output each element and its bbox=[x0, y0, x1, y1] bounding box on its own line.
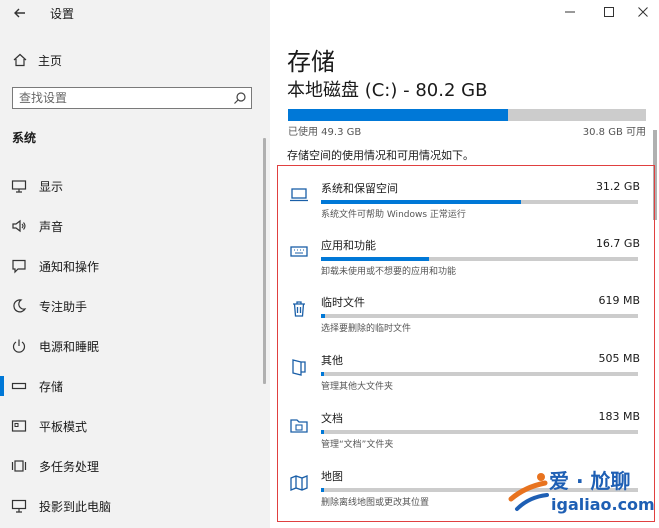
project-icon bbox=[11, 499, 27, 513]
sidebar-item-label: 专注助手 bbox=[39, 300, 88, 314]
laptop-icon bbox=[290, 188, 308, 202]
category-usage-bar bbox=[321, 430, 638, 434]
used-space-label: 已使用 49.3 GB bbox=[288, 127, 362, 138]
free-space-label: 30.8 GB 可用 bbox=[582, 127, 646, 138]
category-other[interactable]: 其他 505 MB 管理其他大文件夹 bbox=[284, 352, 640, 402]
watermark: 爱 · 尬聊 igaliao.com bbox=[505, 465, 655, 525]
sidebar: 设置 主页 系统 显示 声音 通知和操作 专注助手 电源和睡眠 存储 平板模式 … bbox=[0, 0, 270, 528]
category-usage-bar bbox=[321, 257, 638, 261]
section-label: 系统 bbox=[12, 131, 37, 145]
storage-description: 存储空间的使用情况和可用情况如下。 bbox=[287, 149, 474, 162]
watermark-logo-icon bbox=[508, 473, 549, 511]
maximize-icon bbox=[604, 7, 614, 17]
window-title: 设置 bbox=[50, 7, 75, 21]
sidebar-item-label: 存储 bbox=[39, 380, 64, 394]
category-description: 系统文件可帮助 Windows 正常运行 bbox=[321, 210, 466, 220]
category-documents[interactable]: 文档 183 MB 管理“文档”文件夹 bbox=[284, 410, 640, 460]
category-name: 文档 bbox=[321, 412, 343, 425]
other-icon bbox=[292, 359, 306, 376]
watermark-text: 爱 · 尬聊 bbox=[549, 469, 631, 493]
category-name: 其他 bbox=[321, 354, 343, 367]
category-size: 16.7 GB bbox=[595, 237, 640, 250]
sidebar-item-sound[interactable]: 声音 bbox=[0, 206, 262, 246]
close-button[interactable] bbox=[628, 2, 658, 22]
search-input[interactable] bbox=[19, 90, 219, 106]
maximize-button[interactable] bbox=[594, 2, 624, 22]
multitask-icon bbox=[11, 460, 27, 472]
category-name: 系统和保留空间 bbox=[321, 182, 398, 195]
category-size: 505 MB bbox=[598, 352, 640, 365]
back-arrow-icon[interactable] bbox=[10, 3, 30, 23]
disk-usage-bar bbox=[288, 109, 646, 121]
moon-icon bbox=[13, 299, 27, 313]
sidebar-item-home[interactable]: 主页 bbox=[12, 50, 62, 70]
notification-icon bbox=[12, 259, 26, 274]
category-size: 183 MB bbox=[598, 410, 640, 423]
category-usage-fill bbox=[321, 200, 521, 204]
monitor-icon bbox=[11, 180, 27, 193]
sidebar-item-label: 多任务处理 bbox=[39, 460, 100, 474]
category-usage-bar bbox=[321, 200, 638, 204]
category-usage-bar bbox=[321, 314, 638, 318]
category-name: 临时文件 bbox=[321, 296, 365, 309]
category-name: 应用和功能 bbox=[321, 239, 376, 252]
sidebar-item-display[interactable]: 显示 bbox=[0, 166, 262, 206]
category-usage-fill bbox=[321, 314, 326, 318]
watermark-url: igaliao.com bbox=[551, 495, 655, 514]
sidebar-item-notifications[interactable]: 通知和操作 bbox=[0, 246, 262, 286]
disk-usage-fill bbox=[288, 109, 509, 121]
documents-icon bbox=[290, 419, 308, 433]
map-icon bbox=[290, 475, 308, 491]
category-usage-fill bbox=[321, 257, 429, 261]
sidebar-item-label: 平板模式 bbox=[39, 420, 88, 434]
sidebar-item-label: 主页 bbox=[38, 53, 63, 68]
category-description: 卸载未使用或不想要的应用和功能 bbox=[321, 267, 457, 277]
close-icon bbox=[638, 7, 648, 17]
category-usage-fill bbox=[321, 430, 325, 434]
trash-icon bbox=[293, 301, 305, 317]
sidebar-item-tablet-mode[interactable]: 平板模式 bbox=[0, 406, 262, 446]
category-apps-features[interactable]: 应用和功能 16.7 GB 卸载未使用或不想要的应用和功能 bbox=[284, 237, 640, 287]
category-name: 地图 bbox=[321, 470, 343, 483]
home-icon bbox=[13, 53, 27, 67]
disk-label[interactable]: 本地磁盘 (C:) - 80.2 GB bbox=[287, 76, 487, 102]
search-icon[interactable] bbox=[233, 91, 247, 105]
sidebar-item-power-sleep[interactable]: 电源和睡眠 bbox=[0, 326, 262, 366]
search-box[interactable] bbox=[12, 87, 252, 109]
category-description: 管理其他大文件夹 bbox=[321, 382, 394, 392]
category-system-reserved[interactable]: 系统和保留空间 31.2 GB 系统文件可帮助 Windows 正常运行 bbox=[284, 180, 640, 230]
sidebar-item-multitasking[interactable]: 多任务处理 bbox=[0, 446, 262, 486]
category-usage-fill bbox=[321, 488, 325, 492]
category-size: 31.2 GB bbox=[595, 180, 640, 193]
power-icon bbox=[12, 339, 26, 353]
sidebar-item-label: 电源和睡眠 bbox=[39, 340, 100, 354]
page-title: 存储 bbox=[287, 48, 335, 76]
keyboard-icon bbox=[290, 246, 308, 257]
sidebar-item-project-to-pc[interactable]: 投影到此电脑 bbox=[0, 486, 262, 526]
category-description: 选择要删除的临时文件 bbox=[321, 324, 412, 334]
speaker-icon bbox=[12, 219, 26, 233]
category-temp-files[interactable]: 临时文件 619 MB 选择要删除的临时文件 bbox=[284, 294, 640, 344]
category-usage-bar bbox=[321, 372, 638, 376]
sidebar-scrollbar[interactable] bbox=[263, 138, 266, 384]
minimize-icon bbox=[565, 11, 575, 13]
storage-icon bbox=[11, 382, 27, 390]
sidebar-item-focus-assist[interactable]: 专注助手 bbox=[0, 286, 262, 326]
sidebar-item-label: 显示 bbox=[39, 180, 64, 194]
category-description: 删除离线地图或更改其位置 bbox=[321, 498, 430, 508]
sidebar-item-label: 声音 bbox=[39, 220, 64, 234]
sidebar-item-label: 投影到此电脑 bbox=[39, 500, 112, 514]
tablet-icon bbox=[11, 420, 27, 432]
category-description: 管理“文档”文件夹 bbox=[321, 440, 394, 450]
category-size: 619 MB bbox=[598, 294, 640, 307]
sidebar-item-storage[interactable]: 存储 bbox=[0, 366, 262, 406]
category-usage-fill bbox=[321, 372, 325, 376]
sidebar-item-label: 通知和操作 bbox=[39, 260, 100, 274]
minimize-button[interactable] bbox=[555, 2, 585, 22]
